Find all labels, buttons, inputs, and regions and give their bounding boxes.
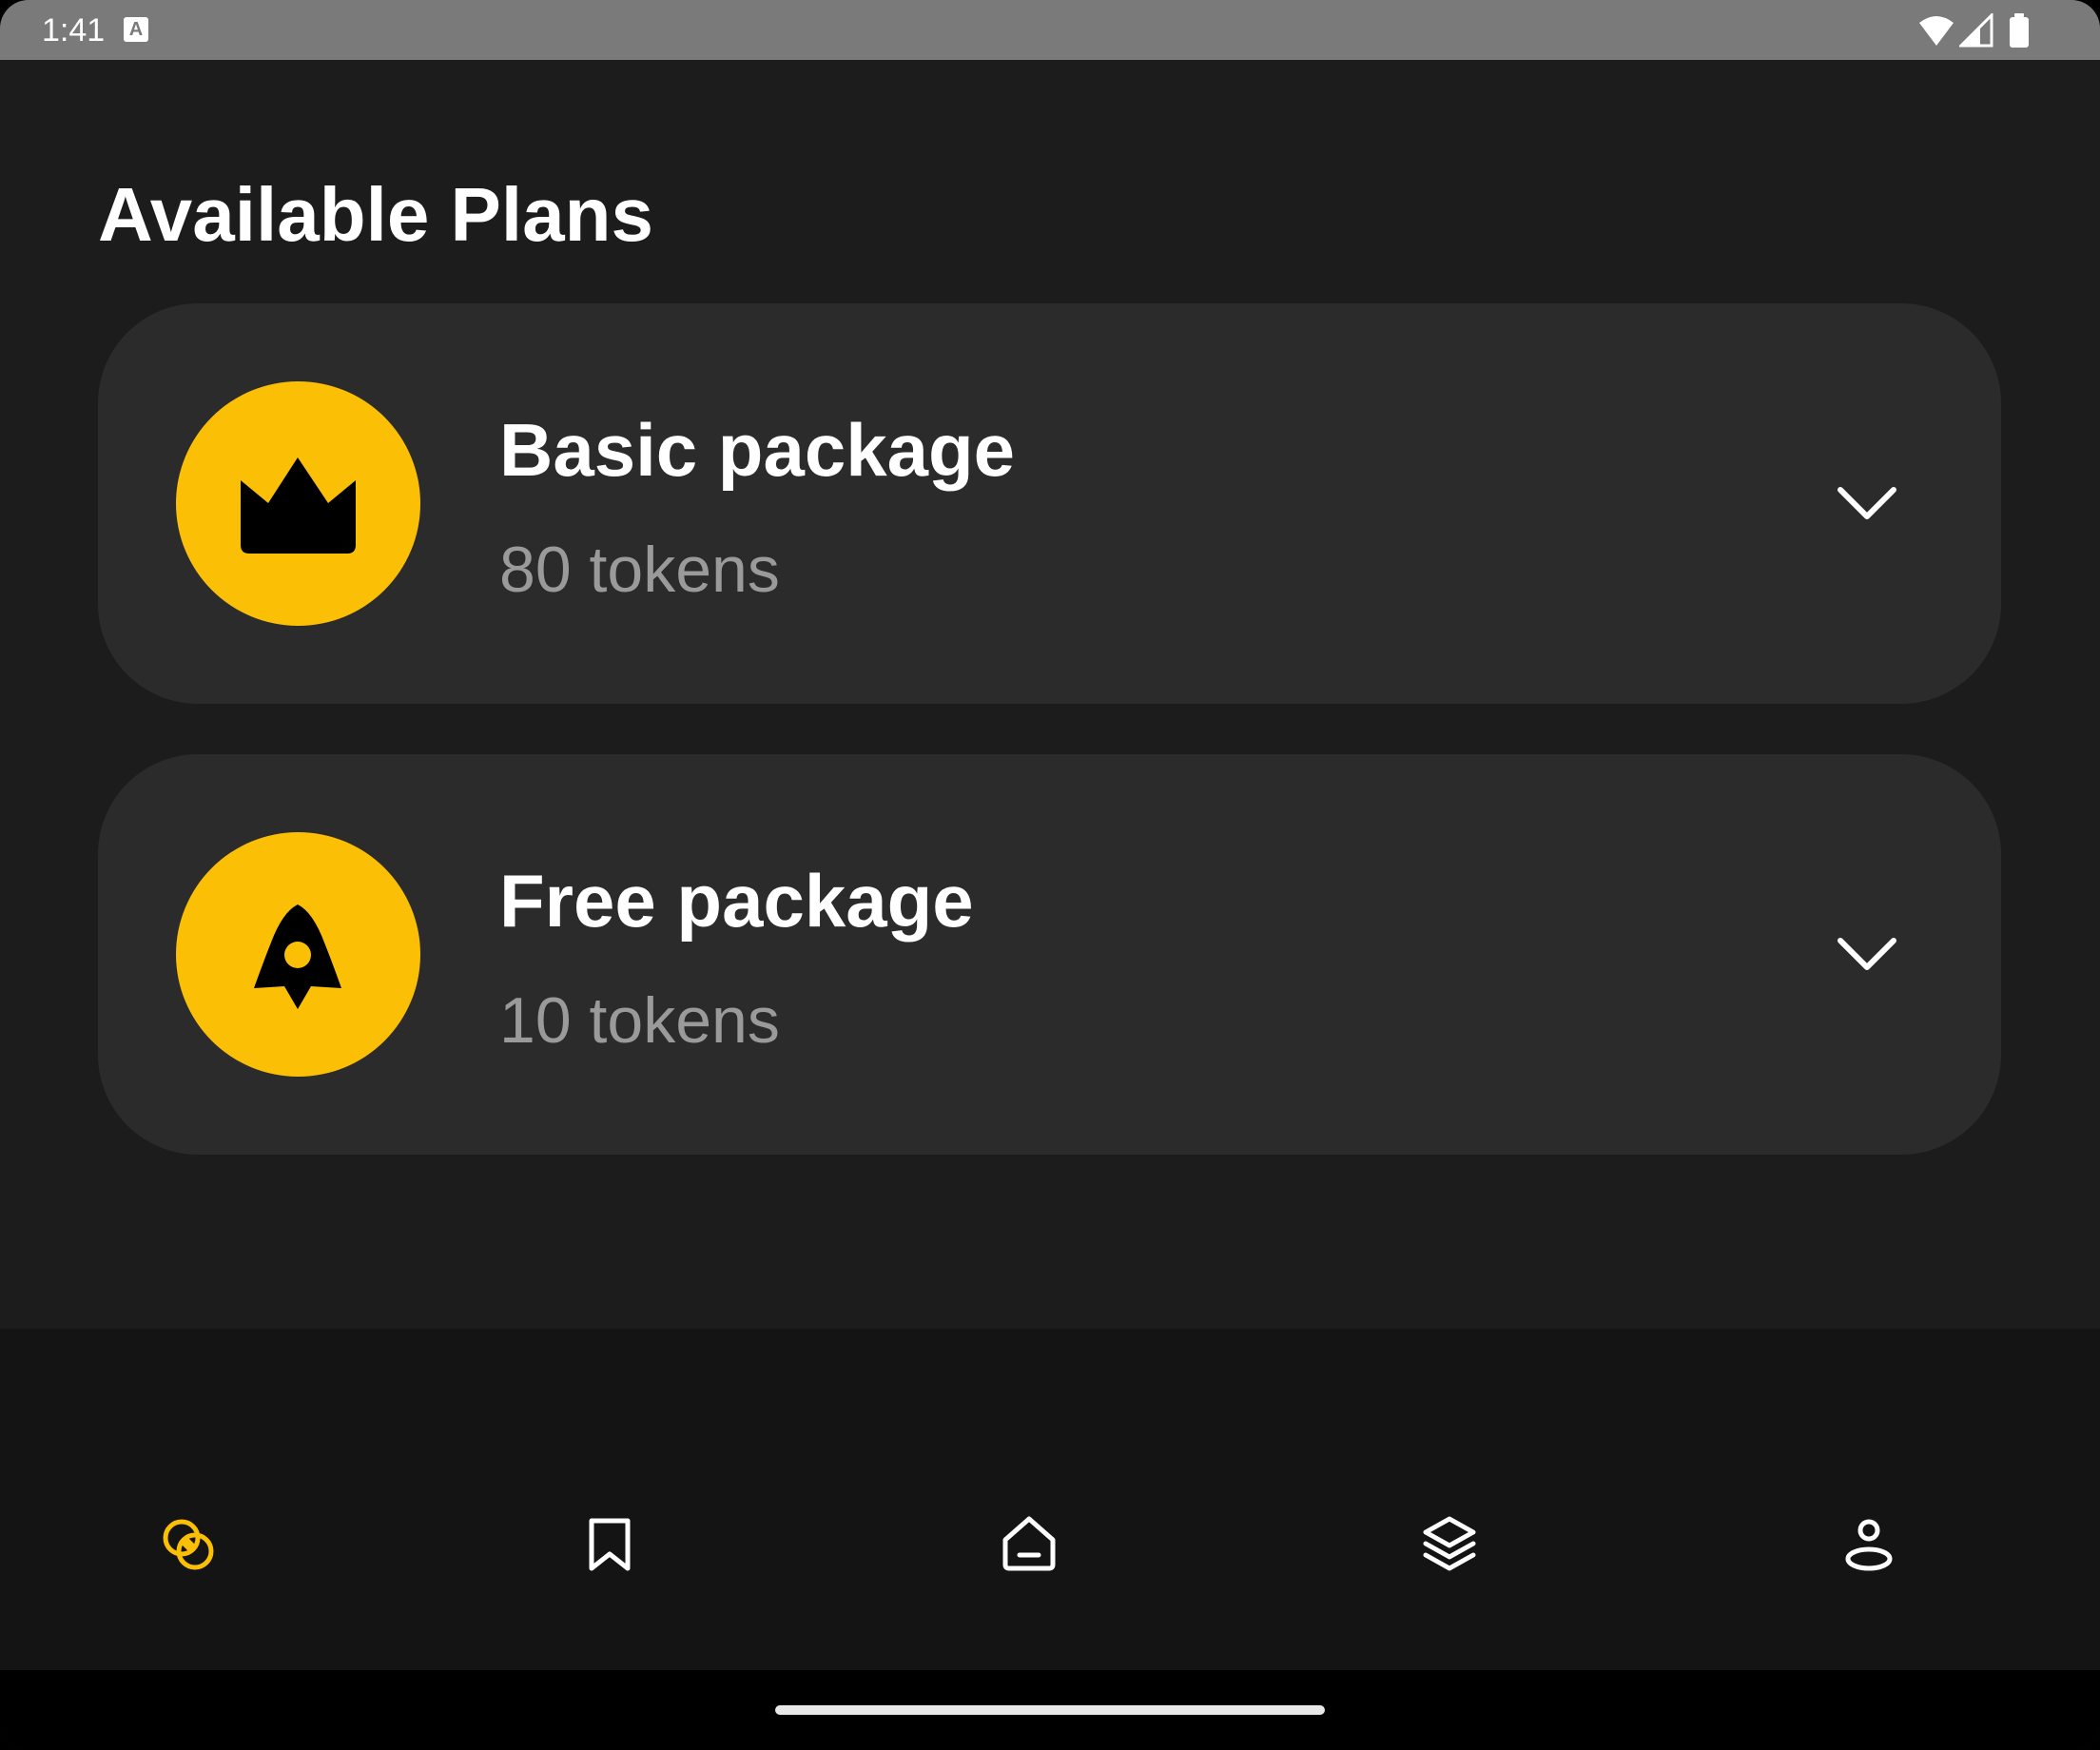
wifi-icon — [1919, 16, 1954, 46]
home-gesture-handle[interactable] — [775, 1705, 1325, 1715]
plan-card-basic[interactable]: Basic package 80 tokens — [98, 303, 2001, 704]
nav-item-home[interactable] — [986, 1502, 1072, 1587]
nav-item-layers[interactable] — [1407, 1502, 1492, 1587]
nav-item-plans[interactable] — [146, 1502, 231, 1587]
bottom-navigation — [0, 1329, 2100, 1670]
plan-name: Basic package — [499, 408, 1016, 492]
status-bar: 1:41 A — [0, 0, 2100, 60]
home-icon — [1002, 1516, 1056, 1571]
plan-tokens: 80 tokens — [499, 534, 780, 606]
profile-icon — [1845, 1519, 1893, 1571]
signal-icon — [1959, 13, 1993, 48]
plan-name: Free package — [499, 859, 974, 943]
notification-a-icon: A — [124, 17, 148, 42]
nav-item-profile[interactable] — [1826, 1502, 1912, 1587]
page-title: Available Plans — [98, 172, 653, 257]
status-time: 1:41 — [42, 12, 106, 49]
battery-icon — [2010, 13, 2029, 48]
layers-icon — [1423, 1516, 1476, 1571]
plan-icon-badge — [176, 832, 420, 1077]
app-screen: 1:41 A Available Plans Basic package 80 … — [0, 0, 2100, 1750]
crown-icon — [241, 457, 356, 554]
plans-icon — [163, 1519, 214, 1570]
bookmark-icon — [589, 1518, 631, 1571]
chevron-down-icon[interactable] — [1829, 465, 1905, 541]
gesture-navigation-area — [0, 1670, 2100, 1750]
plan-card-free[interactable]: Free package 10 tokens — [98, 754, 2001, 1155]
plan-tokens: 10 tokens — [499, 984, 780, 1057]
plan-icon-badge — [176, 381, 420, 626]
chevron-down-icon[interactable] — [1829, 916, 1905, 992]
rocket-icon — [254, 904, 341, 1009]
nav-item-bookmarks[interactable] — [567, 1502, 652, 1587]
